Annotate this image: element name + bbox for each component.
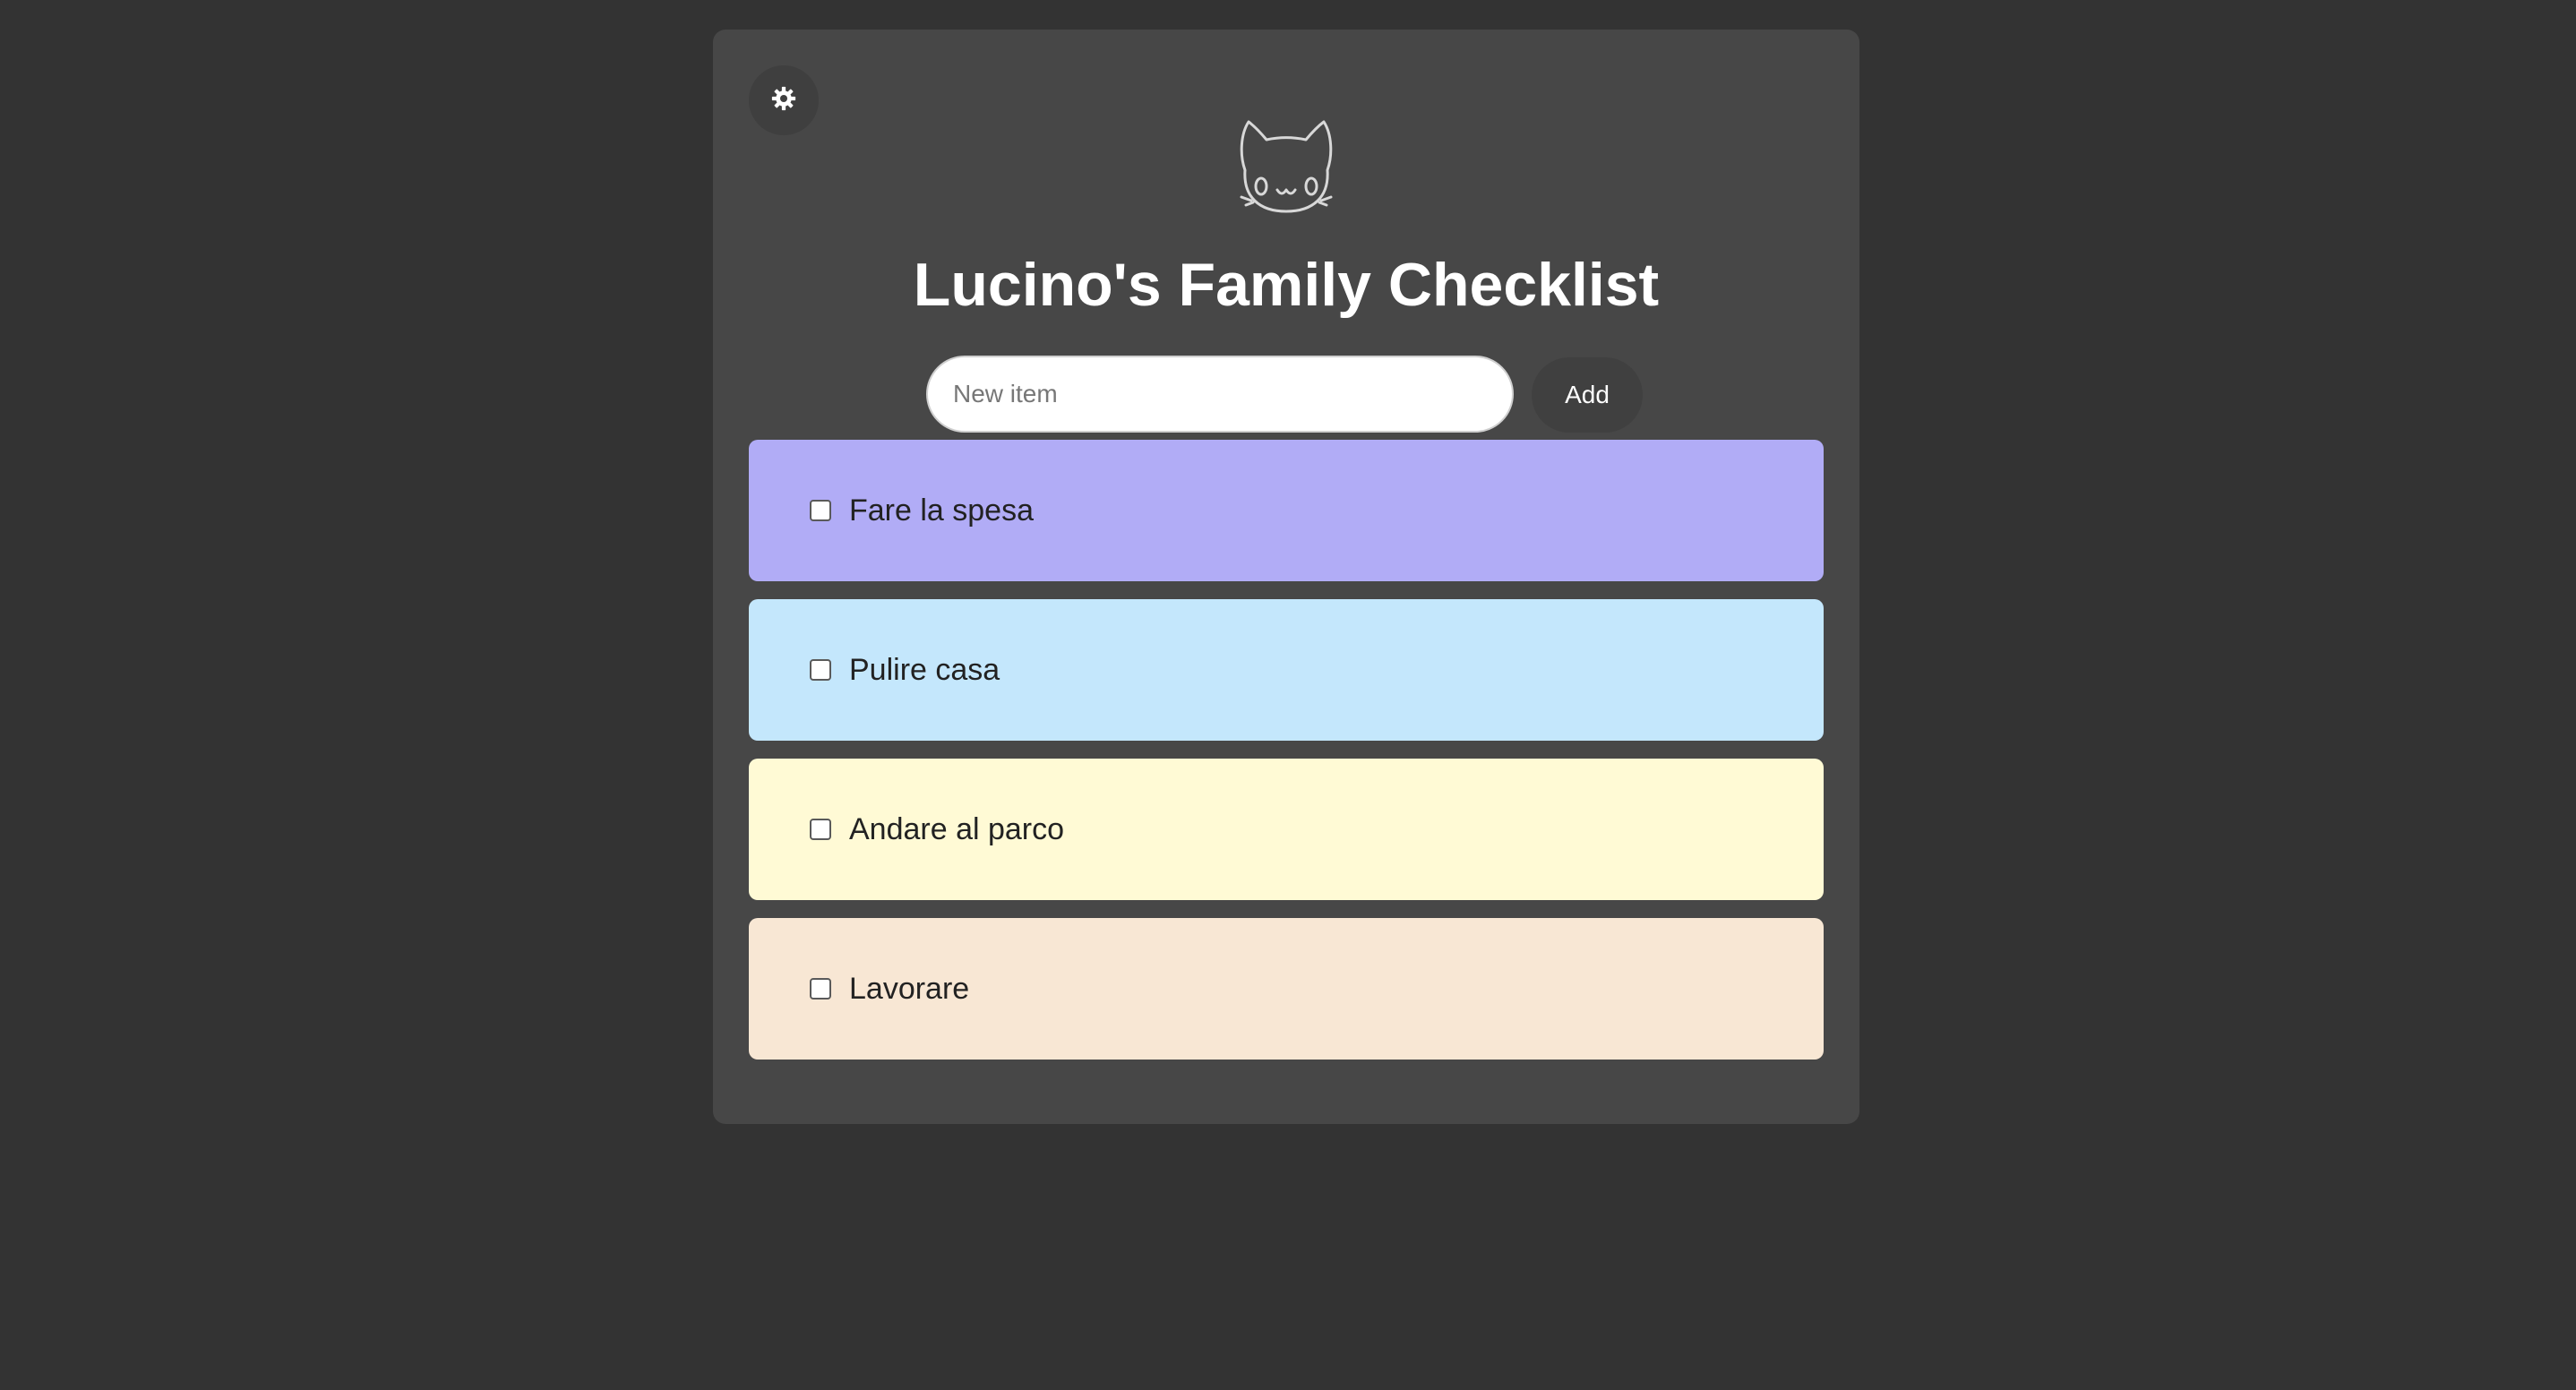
- item-label: Pulire casa: [849, 652, 1000, 687]
- item-checkbox[interactable]: [810, 819, 831, 840]
- list-item: Pulire casa: [749, 599, 1824, 741]
- item-label: Andare al parco: [849, 811, 1065, 846]
- page-title: Lucino's Family Checklist: [913, 251, 1660, 319]
- item-checkbox[interactable]: [810, 978, 831, 1000]
- checklist: Fare la spesa Pulire casa Andare al parc…: [749, 440, 1824, 1077]
- add-item-form: Add: [926, 356, 1652, 433]
- checklist-card: Lucino's Family Checklist Add Fare la sp…: [713, 30, 1859, 1124]
- item-label: Lavorare: [849, 971, 970, 1006]
- new-item-input[interactable]: [926, 356, 1514, 433]
- list-item: Lavorare: [749, 918, 1824, 1060]
- settings-button[interactable]: [749, 65, 819, 135]
- item-checkbox[interactable]: [810, 500, 831, 521]
- item-checkbox[interactable]: [810, 659, 831, 681]
- add-button[interactable]: Add: [1532, 357, 1643, 433]
- gear-icon: [770, 85, 797, 116]
- list-item: Andare al parco: [749, 759, 1824, 900]
- list-item: Fare la spesa: [749, 440, 1824, 581]
- cat-face-icon: [1232, 115, 1340, 218]
- item-label: Fare la spesa: [849, 493, 1034, 528]
